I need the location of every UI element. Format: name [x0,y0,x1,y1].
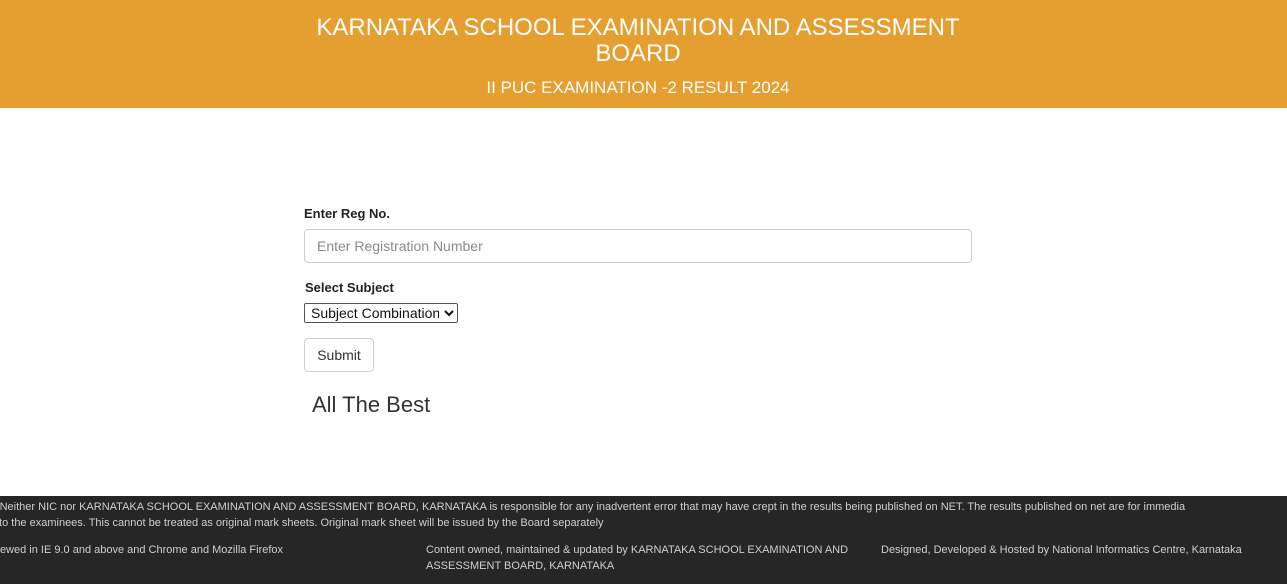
page-footer: aimer: Neither NIC nor KARNATAKA SCHOOL … [0,496,1287,584]
page-subtitle: II PUC EXAMINATION -2 RESULT 2024 [486,78,790,97]
developer-credit: Designed, Developed & Hosted by National… [881,544,1242,556]
page-title: KARNATAKA SCHOOL EXAMINATION AND ASSESSM… [316,14,960,67]
disclaimer-line-2: nation to the examinees. This cannot be … [0,517,604,529]
content-owner-note: Content owned, maintained & updated by K… [426,544,849,572]
submit-button[interactable]: Submit [304,338,374,372]
subject-select[interactable]: Subject Combination [304,303,458,323]
subject-label: Select Subject [305,280,394,295]
greeting-text: All The Best [312,392,431,417]
reg-no-input[interactable] [304,229,972,263]
reg-no-label: Enter Reg No. [304,206,390,221]
disclaimer-text: aimer: Neither NIC nor KARNATAKA SCHOOL … [0,499,1287,531]
page-header: KARNATAKA SCHOOL EXAMINATION AND ASSESSM… [0,0,1287,108]
disclaimer-line-1: aimer: Neither NIC nor KARNATAKA SCHOOL … [0,501,1186,513]
browser-note: viewed in IE 9.0 and above and Chrome an… [0,544,284,556]
